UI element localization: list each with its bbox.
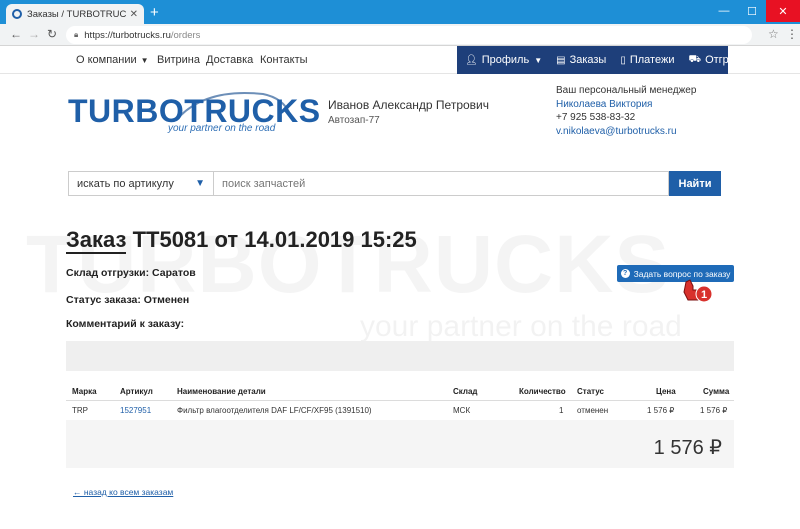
- cell-status: отменен: [577, 406, 609, 415]
- order-warehouse: Склад отгрузки: Саратов: [66, 267, 196, 279]
- orders-link[interactable]: ▤ Заказы: [556, 54, 606, 66]
- payments-link[interactable]: ▯ Платежи: [620, 54, 674, 66]
- tab-close-icon[interactable]: ✕: [130, 9, 138, 20]
- user-menu-bar: 👤︎ Профиль ▼ ▤ Заказы ▯ Платежи ⛟ Отгрузки: [457, 46, 750, 74]
- page-title-prefix: Заказ: [66, 227, 127, 254]
- cell-brand: TRP: [72, 406, 88, 415]
- ask-question-button[interactable]: ? Задать вопрос по заказу: [617, 265, 734, 282]
- box-icon: ▤: [556, 54, 566, 66]
- order-status: Статус заказа: Отменен: [66, 294, 190, 306]
- nav-contacts[interactable]: Контакты: [260, 54, 308, 66]
- back-arrow-icon[interactable]: ←: [8, 27, 24, 41]
- cell-warehouse: МСК: [453, 406, 471, 415]
- shipments-label: Отгрузки: [705, 54, 751, 66]
- url-path: /orders: [170, 29, 201, 41]
- col-sum: Сумма: [703, 387, 730, 396]
- back-to-orders-link[interactable]: ← назад ко всем заказам: [73, 487, 173, 497]
- maximize-icon[interactable]: ☐: [738, 0, 766, 22]
- order-comment-box: [66, 341, 734, 371]
- search-mode-select[interactable]: искать по артикулу ▼: [68, 171, 214, 196]
- bookmark-star-icon[interactable]: ☆: [768, 27, 779, 41]
- manager-phone: +7 925 538-83-32: [556, 112, 636, 123]
- col-qty: Количество: [519, 387, 566, 396]
- orders-label: Заказы: [569, 54, 607, 66]
- cell-qty: 1: [559, 406, 564, 415]
- order-total: 1 576 ₽: [653, 437, 722, 459]
- col-warehouse: Склад: [453, 387, 478, 396]
- user-name: Иванов Александр Петрович: [328, 98, 489, 112]
- payments-label: Платежи: [629, 54, 675, 66]
- pointer-hand-icon: 1: [683, 279, 713, 303]
- watermark-tagline: your partner on the road: [360, 310, 682, 343]
- profile-label: Профиль: [481, 54, 530, 66]
- address-bar[interactable]: 🔒︎ https://turbotrucks.ru/orders: [66, 26, 752, 44]
- cell-sum: 1 576 ₽: [700, 406, 728, 415]
- manager-caption: Ваш персональный менеджер: [556, 85, 697, 96]
- table-header-divider: [66, 400, 734, 401]
- browser-menu-icon[interactable]: ⋮: [786, 27, 798, 41]
- site-nav: О компании ▼ Витрина Доставка Контакты 👤︎…: [0, 46, 800, 74]
- site-favicon-icon: [12, 9, 22, 19]
- search-button[interactable]: Найти: [669, 171, 721, 196]
- search-input[interactable]: [214, 171, 669, 196]
- logo-tagline: your partner on the road: [168, 123, 276, 134]
- chevron-down-icon: ▼: [195, 178, 205, 189]
- col-name: Наименование детали: [177, 387, 266, 396]
- lock-icon: 🔒︎: [74, 30, 79, 39]
- nav-showcase[interactable]: Витрина: [157, 54, 200, 66]
- order-total-box: [66, 420, 734, 468]
- minimize-icon[interactable]: —: [710, 0, 738, 22]
- reload-icon[interactable]: ↻: [44, 27, 60, 41]
- chevron-down-icon: ▼: [534, 55, 543, 65]
- user-company: Автозап-77: [328, 115, 380, 126]
- page-title-rest: ТТ5081 от 14.01.2019 15:25: [126, 227, 417, 252]
- col-brand: Марка: [72, 387, 97, 396]
- order-comment-label: Комментарий к заказу:: [66, 318, 185, 330]
- search-bar: искать по артикулу ▼ Найти: [68, 171, 721, 196]
- nav-about[interactable]: О компании ▼: [76, 54, 149, 66]
- tab-title: Заказы / TURBOTRUCKS — зап: [27, 8, 126, 20]
- question-icon: ?: [620, 269, 630, 278]
- forward-arrow-icon[interactable]: →: [26, 27, 42, 41]
- browser-toolbar: ← → ↻ 🔒︎ https://turbotrucks.ru/orders ☆…: [0, 24, 800, 46]
- col-price: Цена: [656, 387, 676, 396]
- ask-question-label: Задать вопрос по заказу: [633, 268, 731, 279]
- page-title: Заказ ТТ5081 от 14.01.2019 15:25: [66, 227, 417, 254]
- profile-menu[interactable]: 👤︎ Профиль ▼: [465, 54, 542, 66]
- new-tab-button[interactable]: +: [150, 5, 159, 21]
- hand-badge-number: 1: [701, 289, 707, 301]
- shipments-link[interactable]: ⛟ Отгрузки: [688, 54, 750, 67]
- col-status: Статус: [577, 387, 604, 396]
- user-icon: 👤︎: [465, 54, 478, 66]
- manager-name-link[interactable]: Николаева Виктория: [556, 98, 696, 112]
- url-host: https://turbotrucks.ru: [84, 29, 171, 41]
- close-window-icon[interactable]: ✕: [766, 0, 800, 22]
- cell-name: Фильтр влагоотделителя DAF LF/CF/XF95 (1…: [177, 406, 372, 415]
- col-article: Артикул: [120, 387, 153, 396]
- chevron-down-icon: ▼: [140, 56, 149, 65]
- document-icon: ▯: [620, 54, 626, 66]
- cell-article-link[interactable]: 1527951: [120, 406, 151, 415]
- truck-icon: ⛟: [688, 53, 702, 65]
- window-controls: — ☐ ✕: [710, 0, 800, 24]
- manager-email-link[interactable]: v.nikolaeva@turbotrucks.ru: [556, 125, 696, 139]
- browser-tab[interactable]: Заказы / TURBOTRUCKS — зап ✕: [6, 4, 144, 24]
- cell-price: 1 576 ₽: [647, 406, 675, 415]
- browser-titlebar: Заказы / TURBOTRUCKS — зап ✕ + — ☐ ✕: [0, 0, 800, 24]
- manager-block: Ваш персональный менеджер Николаева Викт…: [556, 84, 696, 138]
- search-mode-value: искать по артикулу: [77, 177, 174, 190]
- nav-about-label: О компании: [76, 54, 137, 66]
- nav-delivery[interactable]: Доставка: [206, 54, 253, 66]
